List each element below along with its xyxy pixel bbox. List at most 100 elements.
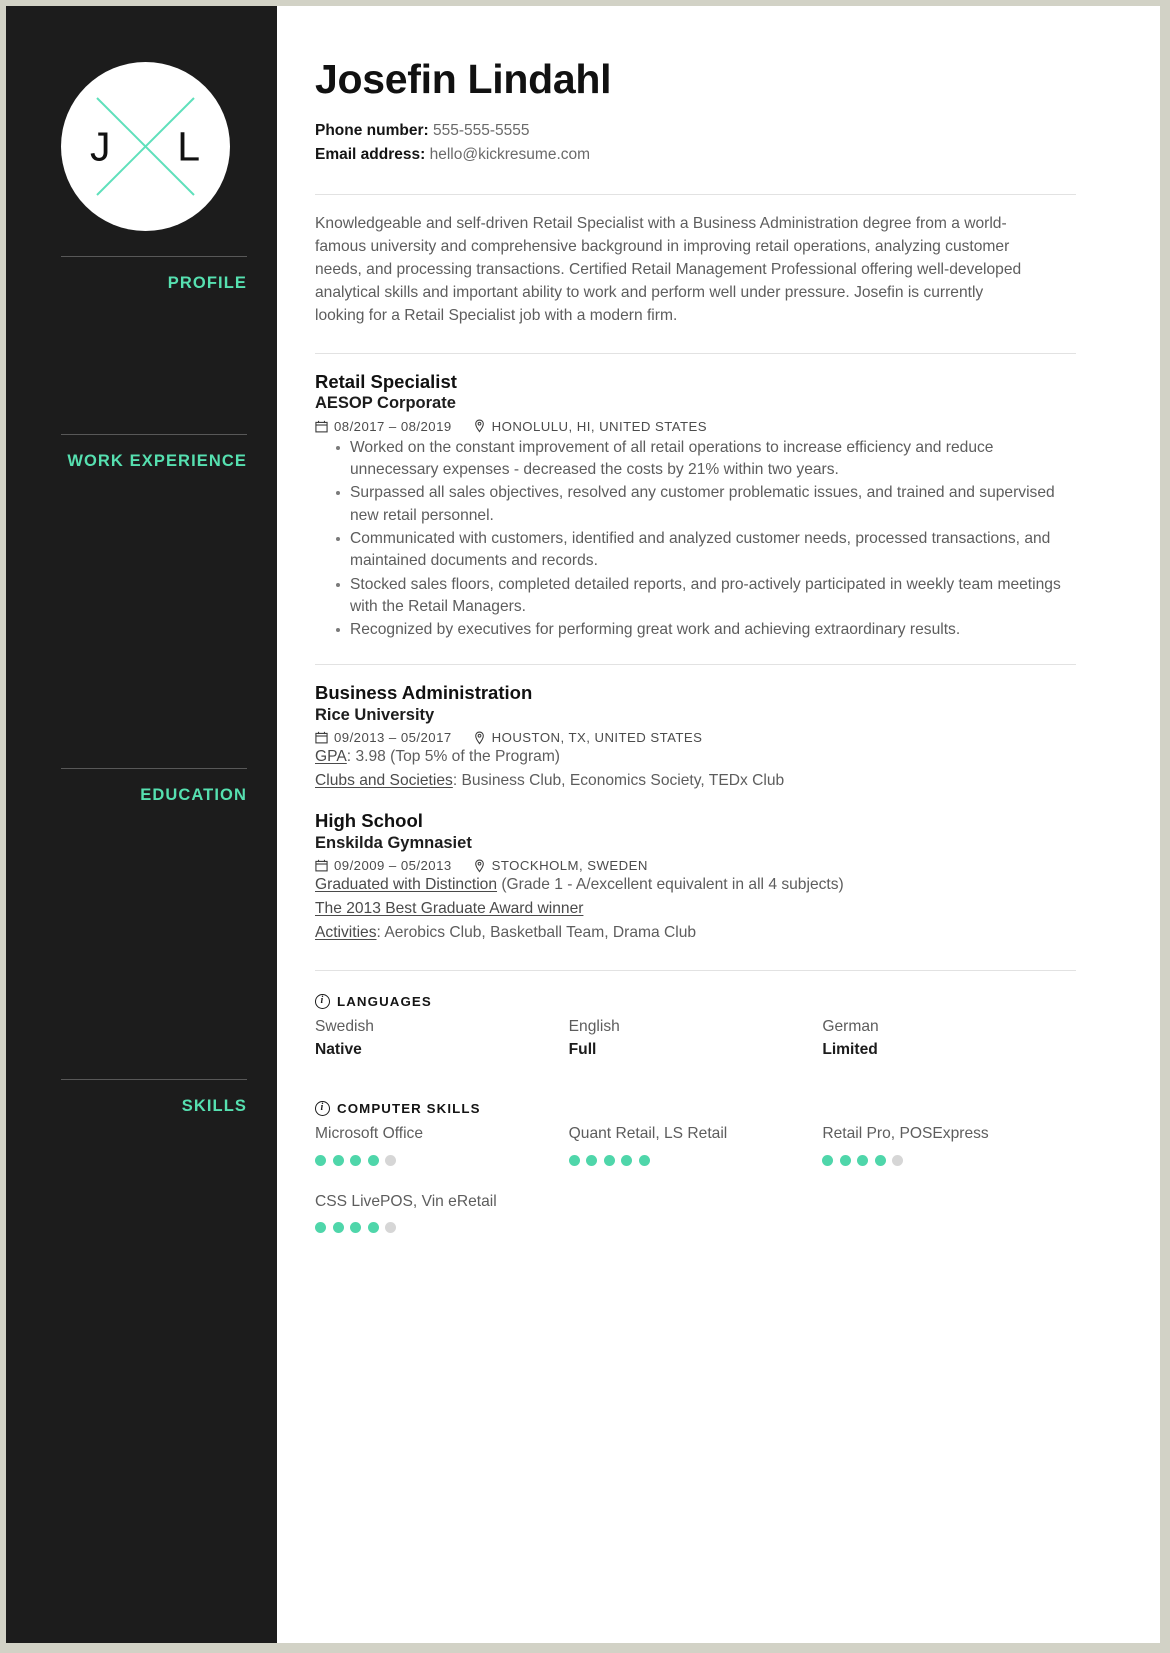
computer-skill-item: Retail Pro, POSExpress	[822, 1123, 1076, 1166]
resume-sheet: J L PROFILE WORK EXPERIENCE EDUCATION SK…	[6, 6, 1160, 1643]
location-pin-icon	[474, 419, 484, 433]
info-icon: i	[315, 994, 330, 1010]
work-entry-location: HONOLULU, HI, UNITED STATES	[491, 418, 708, 434]
computer-skills-grid-row1: Microsoft Office Quant Retail, LS Retail R…	[315, 1123, 1076, 1166]
education-entry-dates: 09/2013 – 05/2017	[334, 730, 452, 746]
computer-skill-item: Quant Retail, LS Retail	[568, 1123, 823, 1166]
detail-label: The 2013 Best Graduate Award winner	[315, 900, 584, 918]
calendar-icon	[315, 420, 328, 433]
education-entry-organization: Enskilda Gymnasiet	[315, 833, 472, 852]
rating-dot	[315, 1222, 326, 1234]
language-item: Swedish Native	[315, 1016, 569, 1061]
education-entry-title: Business Administration	[315, 682, 533, 704]
email-label: Email address:	[315, 145, 426, 163]
section-divider-profile	[315, 194, 1076, 196]
computer-skills-heading: i COMPUTER SKILLS	[315, 1101, 1076, 1117]
logo-initial-first: J	[90, 123, 111, 169]
sidebar-divider	[61, 768, 247, 769]
computer-skill-name: Retail Pro, POSExpress	[822, 1125, 989, 1143]
education-entry-detail: Graduated with Distinction (Grade 1 - A/…	[315, 876, 844, 894]
phone-label: Phone number:	[315, 122, 429, 140]
work-entry-bullets: Worked on the constant improvement of al…	[315, 437, 1076, 642]
section-divider-work	[315, 352, 1076, 354]
sidebar-section-skills: SKILLS	[6, 1079, 277, 1116]
rating-dot	[857, 1154, 869, 1166]
work-entry-title: Retail Specialist	[315, 370, 457, 392]
section-divider-education	[315, 664, 1076, 666]
education-entry-detail: The 2013 Best Graduate Award winner	[315, 898, 1076, 921]
work-entry-meta: 08/2017 – 08/2019 HONOLULU, HI, UNITED ST…	[315, 419, 1076, 434]
language-level: Native	[315, 1040, 362, 1058]
work-entry-organization: AESOP Corporate	[315, 394, 456, 413]
language-name: Swedish	[315, 1018, 374, 1036]
sidebar-divider	[61, 256, 247, 257]
detail-label: GPA	[315, 748, 347, 766]
languages-heading: i LANGUAGES	[315, 994, 1076, 1010]
work-entry: Retail Specialist AESOP Corporate 08/2017 …	[315, 371, 1076, 642]
rating-dot	[874, 1154, 886, 1166]
list-item: Surpassed all sales objectives, resolved…	[336, 482, 1076, 527]
main-content: Josefin Lindahl Phone number: 555-555-55…	[277, 6, 1160, 1643]
computer-skill-name: Quant Retail, LS Retail	[568, 1125, 728, 1143]
language-level: Limited	[822, 1040, 878, 1058]
education-entry-organization: Rice University	[315, 705, 435, 724]
monogram-logo: J L	[61, 62, 230, 231]
sidebar-section-profile: PROFILE	[6, 256, 277, 293]
contact-phone-row: Phone number: 555-555-5555	[315, 119, 1076, 143]
sidebar-label-profile: PROFILE	[167, 274, 247, 292]
computer-skill-rating	[315, 1222, 569, 1234]
computer-skill-rating	[568, 1154, 823, 1166]
language-name: English	[568, 1018, 620, 1036]
sidebar-label-work-experience: WORK EXPERIENCE	[67, 452, 247, 470]
info-icon: i	[315, 1101, 330, 1117]
sidebar-divider	[61, 434, 247, 435]
contact-email-row: Email address: hello@kickresume.com	[315, 143, 1076, 167]
rating-dot	[332, 1222, 344, 1234]
rating-dot	[315, 1154, 326, 1166]
work-entry-dates: 08/2017 – 08/2019	[334, 418, 452, 434]
computer-skill-item: Microsoft Office	[315, 1123, 569, 1166]
list-item: Stocked sales floors, completed detailed…	[336, 574, 1076, 619]
languages-block: i LANGUAGES Swedish Native English Full Germ…	[315, 994, 1076, 1061]
rating-dot	[822, 1154, 834, 1166]
work-experience-list: Retail Specialist AESOP Corporate 08/2017 …	[315, 371, 1076, 642]
rating-dot	[638, 1154, 650, 1166]
sidebar: J L PROFILE WORK EXPERIENCE EDUCATION SK…	[6, 6, 277, 1643]
rating-dot	[586, 1154, 598, 1166]
rating-dot	[332, 1154, 344, 1166]
rating-dot	[603, 1154, 615, 1166]
phone-value: 555-555-5555	[432, 122, 530, 140]
rating-dot	[839, 1154, 851, 1166]
rating-dot	[385, 1222, 396, 1234]
sidebar-label-education: EDUCATION	[140, 786, 247, 804]
education-entry: High School Enskilda Gymnasiet 09/2009 – 0…	[315, 810, 1076, 945]
contact-block: Phone number: 555-555-5555 Email address…	[315, 119, 1076, 166]
education-entry-meta: 09/2009 – 05/2013 STOCKHOLM, SWEDEN	[315, 858, 1076, 873]
resume-page: J L PROFILE WORK EXPERIENCE EDUCATION SK…	[0, 0, 1170, 1653]
list-item: Worked on the constant improvement of al…	[336, 437, 1076, 482]
list-item: Communicated with customers, identified …	[336, 528, 1076, 573]
rating-dot	[892, 1154, 904, 1166]
location-pin-icon	[474, 731, 484, 745]
rating-dot	[568, 1154, 580, 1166]
calendar-icon	[315, 860, 328, 872]
rating-dot	[621, 1154, 633, 1166]
list-item: Recognized by executives for performing …	[336, 619, 1076, 641]
calendar-icon	[315, 732, 328, 744]
education-entry-detail: Clubs and Societies: Business Club, Econ…	[315, 772, 785, 790]
detail-label: Graduated with Distinction	[315, 876, 498, 894]
computer-skill-rating	[822, 1154, 1076, 1166]
education-entry-detail: GPA: 3.98 (Top 5% of the Program)	[315, 748, 560, 766]
rating-dot	[350, 1222, 361, 1234]
logo-x-icon	[96, 97, 195, 196]
computer-skill-item: CSS LivePOS, Vin eRetail	[315, 1191, 569, 1234]
computer-skill-name: Microsoft Office	[315, 1125, 424, 1143]
education-entry-dates: 09/2009 – 05/2013	[334, 858, 452, 874]
education-entry-location: STOCKHOLM, SWEDEN	[491, 858, 648, 874]
rating-dot	[367, 1222, 379, 1234]
computer-skills-heading-label: COMPUTER SKILLS	[337, 1101, 481, 1117]
education-entry-location: HOUSTON, TX, UNITED STATES	[491, 730, 703, 746]
computer-skill-rating	[315, 1154, 569, 1166]
education-list: Business Administration Rice University 09…	[315, 682, 1076, 945]
section-divider-skills	[315, 970, 1076, 972]
